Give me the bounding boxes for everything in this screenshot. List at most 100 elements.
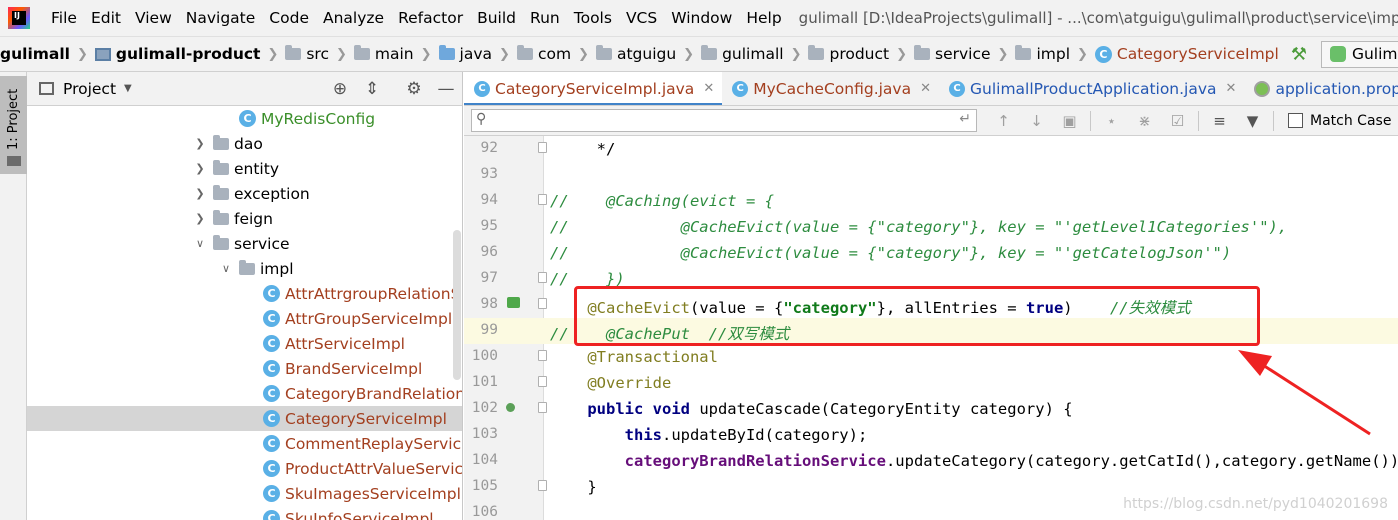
gear-icon[interactable]: ⚙: [403, 79, 425, 99]
fold-marker-icon[interactable]: [538, 376, 547, 387]
close-icon[interactable]: ✕: [703, 81, 714, 96]
fold-marker-icon[interactable]: [538, 402, 547, 413]
run-configuration-select[interactable]: GulimallProductApplicat: [1320, 40, 1398, 68]
project-scrollbar[interactable]: [453, 230, 461, 380]
code-line[interactable]: 94 // @Caching(evict = {: [464, 188, 1398, 214]
menu-item-edit[interactable]: Edit: [84, 9, 128, 27]
fold-marker-icon[interactable]: [538, 194, 547, 205]
filter-lines-icon[interactable]: ≡: [1203, 112, 1236, 130]
breadcrumb-item[interactable]: atguigu ❯: [595, 45, 701, 63]
toolbar-divider: [1090, 110, 1091, 131]
code-line[interactable]: 96 // @CacheEvict(value = {"category"}, k…: [464, 240, 1398, 266]
tree-item[interactable]: ❯ feign: [27, 206, 462, 231]
project-tool-tab[interactable]: 1: Project: [0, 76, 27, 174]
tree-item[interactable]: C BrandServiceImpl: [27, 356, 462, 381]
chevron-down-icon[interactable]: ▼: [124, 83, 132, 94]
editor-tab-label: CategoryServiceImpl.java: [495, 79, 695, 98]
add-selection-icon[interactable]: ⋆: [1095, 112, 1128, 130]
tree-item[interactable]: ❯ exception: [27, 181, 462, 206]
tree-item[interactable]: ∨ service: [27, 231, 462, 256]
code-line[interactable]: 92 */: [464, 136, 1398, 162]
editor-tab[interactable]: C MyCacheConfig.java ✕: [722, 72, 939, 105]
menu-item-vcs[interactable]: VCS: [619, 9, 664, 27]
hide-panel-icon[interactable]: —: [435, 79, 457, 99]
breadcrumb-item[interactable]: main ❯: [353, 45, 439, 63]
tree-item[interactable]: C AttrServiceImpl: [27, 331, 462, 356]
tree-item[interactable]: C ProductAttrValueServic: [27, 456, 462, 481]
breadcrumb-item[interactable]: java ❯: [438, 45, 517, 63]
menu-item-refactor[interactable]: Refactor: [391, 9, 470, 27]
close-icon[interactable]: ✕: [920, 81, 931, 96]
tree-item[interactable]: C SkuInfoServiceImpl: [27, 506, 462, 520]
breadcrumb-item[interactable]: C CategoryServiceImpl: [1094, 45, 1279, 63]
code-line[interactable]: 93: [464, 162, 1398, 188]
tree-item[interactable]: C SkuImagesServiceImpl: [27, 481, 462, 506]
tree-item[interactable]: C CategoryBrandRelationS: [27, 381, 462, 406]
breadcrumb-item[interactable]: gulimall ❯: [0, 45, 95, 63]
menu-item-view[interactable]: View: [128, 9, 179, 27]
code-text: // @CacheEvict(value = {"category"}, key…: [550, 218, 1288, 236]
menu-item-file[interactable]: File: [44, 9, 84, 27]
editor-tab[interactable]: application.properties: [1244, 72, 1398, 105]
locate-target-icon[interactable]: ⊕: [329, 79, 351, 99]
close-icon[interactable]: ✕: [1226, 81, 1237, 96]
filter-icon[interactable]: ▼: [1236, 112, 1269, 130]
tree-item[interactable]: C AttrAttrgroupRelationS: [27, 281, 462, 306]
menu-item-window[interactable]: Window: [664, 9, 739, 27]
breadcrumb-item[interactable]: src ❯: [285, 45, 354, 63]
menu-item-help[interactable]: Help: [739, 9, 788, 27]
fold-marker-icon[interactable]: [538, 272, 547, 283]
menu-item-navigate[interactable]: Navigate: [179, 9, 263, 27]
match-case-checkbox[interactable]: [1288, 113, 1303, 128]
chevron-right-icon[interactable]: ❯: [193, 137, 207, 150]
chevron-right-icon[interactable]: ❯: [193, 187, 207, 200]
fold-marker-icon[interactable]: [538, 350, 547, 361]
fold-marker-icon[interactable]: [538, 298, 547, 309]
chevron-right-icon: ❯: [683, 46, 695, 62]
code-text: }: [550, 478, 597, 496]
tree-item[interactable]: ❯ entity: [27, 156, 462, 181]
menu-item-tools[interactable]: Tools: [567, 9, 619, 27]
red-arrow-icon: [1238, 350, 1371, 436]
override-method-icon[interactable]: ↑: [505, 399, 516, 415]
breadcrumb-item[interactable]: gulimall-product ❯: [94, 45, 285, 63]
collapse-all-icon[interactable]: ⇕: [361, 79, 383, 99]
menu-item-analyze[interactable]: Analyze: [316, 9, 391, 27]
breadcrumb-item[interactable]: gulimall ❯: [701, 45, 808, 63]
breadcrumb-item[interactable]: com ❯: [516, 45, 596, 63]
build-hammer-icon[interactable]: ⚒: [1291, 44, 1307, 65]
fold-marker-icon[interactable]: [538, 142, 547, 153]
folder-icon: [213, 134, 229, 150]
breadcrumb-item[interactable]: impl ❯: [1015, 45, 1094, 63]
spring-bean-icon[interactable]: [507, 297, 520, 308]
select-all-occurrences-icon[interactable]: ▣: [1053, 112, 1086, 130]
search-field[interactable]: ⚲ ↵: [471, 109, 977, 132]
tree-item[interactable]: C MyRedisConfig: [27, 106, 462, 131]
code-line[interactable]: 95 // @CacheEvict(value = {"category"}, k…: [464, 214, 1398, 240]
chevron-down-icon[interactable]: ∨: [193, 237, 207, 250]
tree-item[interactable]: ∨ impl: [27, 256, 462, 281]
tree-item[interactable]: C AttrGroupServiceImpl: [27, 306, 462, 331]
select-occurrences-icon[interactable]: ☑: [1161, 112, 1194, 130]
tree-item[interactable]: ❯ dao: [27, 131, 462, 156]
breadcrumb-item[interactable]: product ❯: [808, 45, 914, 63]
menu-item-run[interactable]: Run: [523, 9, 567, 27]
chevron-right-icon[interactable]: ❯: [193, 212, 207, 225]
next-occurrence-icon[interactable]: ↓: [1020, 112, 1053, 130]
chevron-down-icon[interactable]: ∨: [219, 262, 233, 275]
remove-selection-icon[interactable]: ⋇: [1128, 112, 1161, 130]
search-input[interactable]: [498, 112, 938, 130]
menu-item-build[interactable]: Build: [470, 9, 523, 27]
tree-item-label: CategoryServiceImpl: [285, 409, 447, 428]
project-panel-title[interactable]: Project: [63, 80, 116, 98]
menu-item-code[interactable]: Code: [262, 9, 316, 27]
fold-marker-icon[interactable]: [538, 480, 547, 491]
code-line[interactable]: 104 categoryBrandRelationService.updateC…: [464, 448, 1398, 474]
tree-item[interactable]: C CommentReplayService: [27, 431, 462, 456]
breadcrumb-item[interactable]: service ❯: [914, 45, 1015, 63]
chevron-right-icon[interactable]: ❯: [193, 162, 207, 175]
editor-tab[interactable]: C CategoryServiceImpl.java ✕: [464, 72, 723, 105]
previous-occurrence-icon[interactable]: ↑: [987, 112, 1020, 130]
editor-tab[interactable]: C GulimallProductApplication.java ✕: [939, 72, 1244, 105]
tree-item[interactable]: C CategoryServiceImpl: [27, 406, 462, 431]
